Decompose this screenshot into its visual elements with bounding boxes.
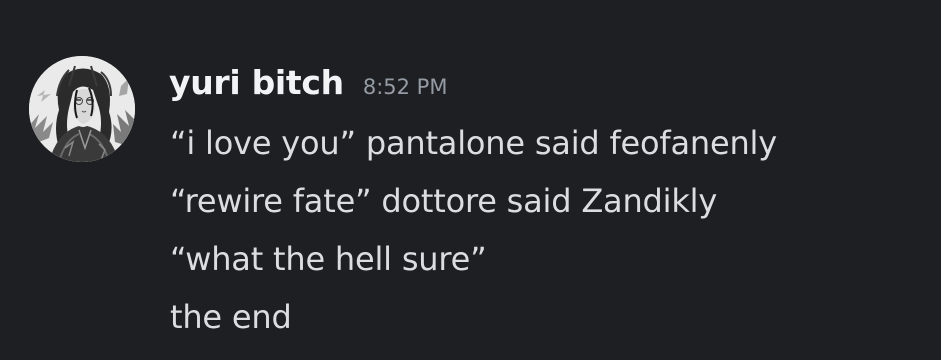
username[interactable]: yuri bitch <box>169 63 344 102</box>
message-content: “i love you” pantalone said feofanenly “… <box>170 114 777 346</box>
user-avatar[interactable] <box>29 56 135 162</box>
chat-message: yuri bitch 8:52 PM “i love you” pantalon… <box>0 0 941 360</box>
message-header: yuri bitch 8:52 PM <box>169 63 447 107</box>
message-line: “i love you” pantalone said feofanenly <box>170 124 777 162</box>
message-line: the end <box>170 298 292 336</box>
message-timestamp[interactable]: 8:52 PM <box>363 75 448 99</box>
avatar-illustration-icon <box>29 56 135 162</box>
message-line: “rewire fate” dottore said Zandikly <box>170 182 718 220</box>
message-line: “what the hell sure” <box>170 240 487 278</box>
